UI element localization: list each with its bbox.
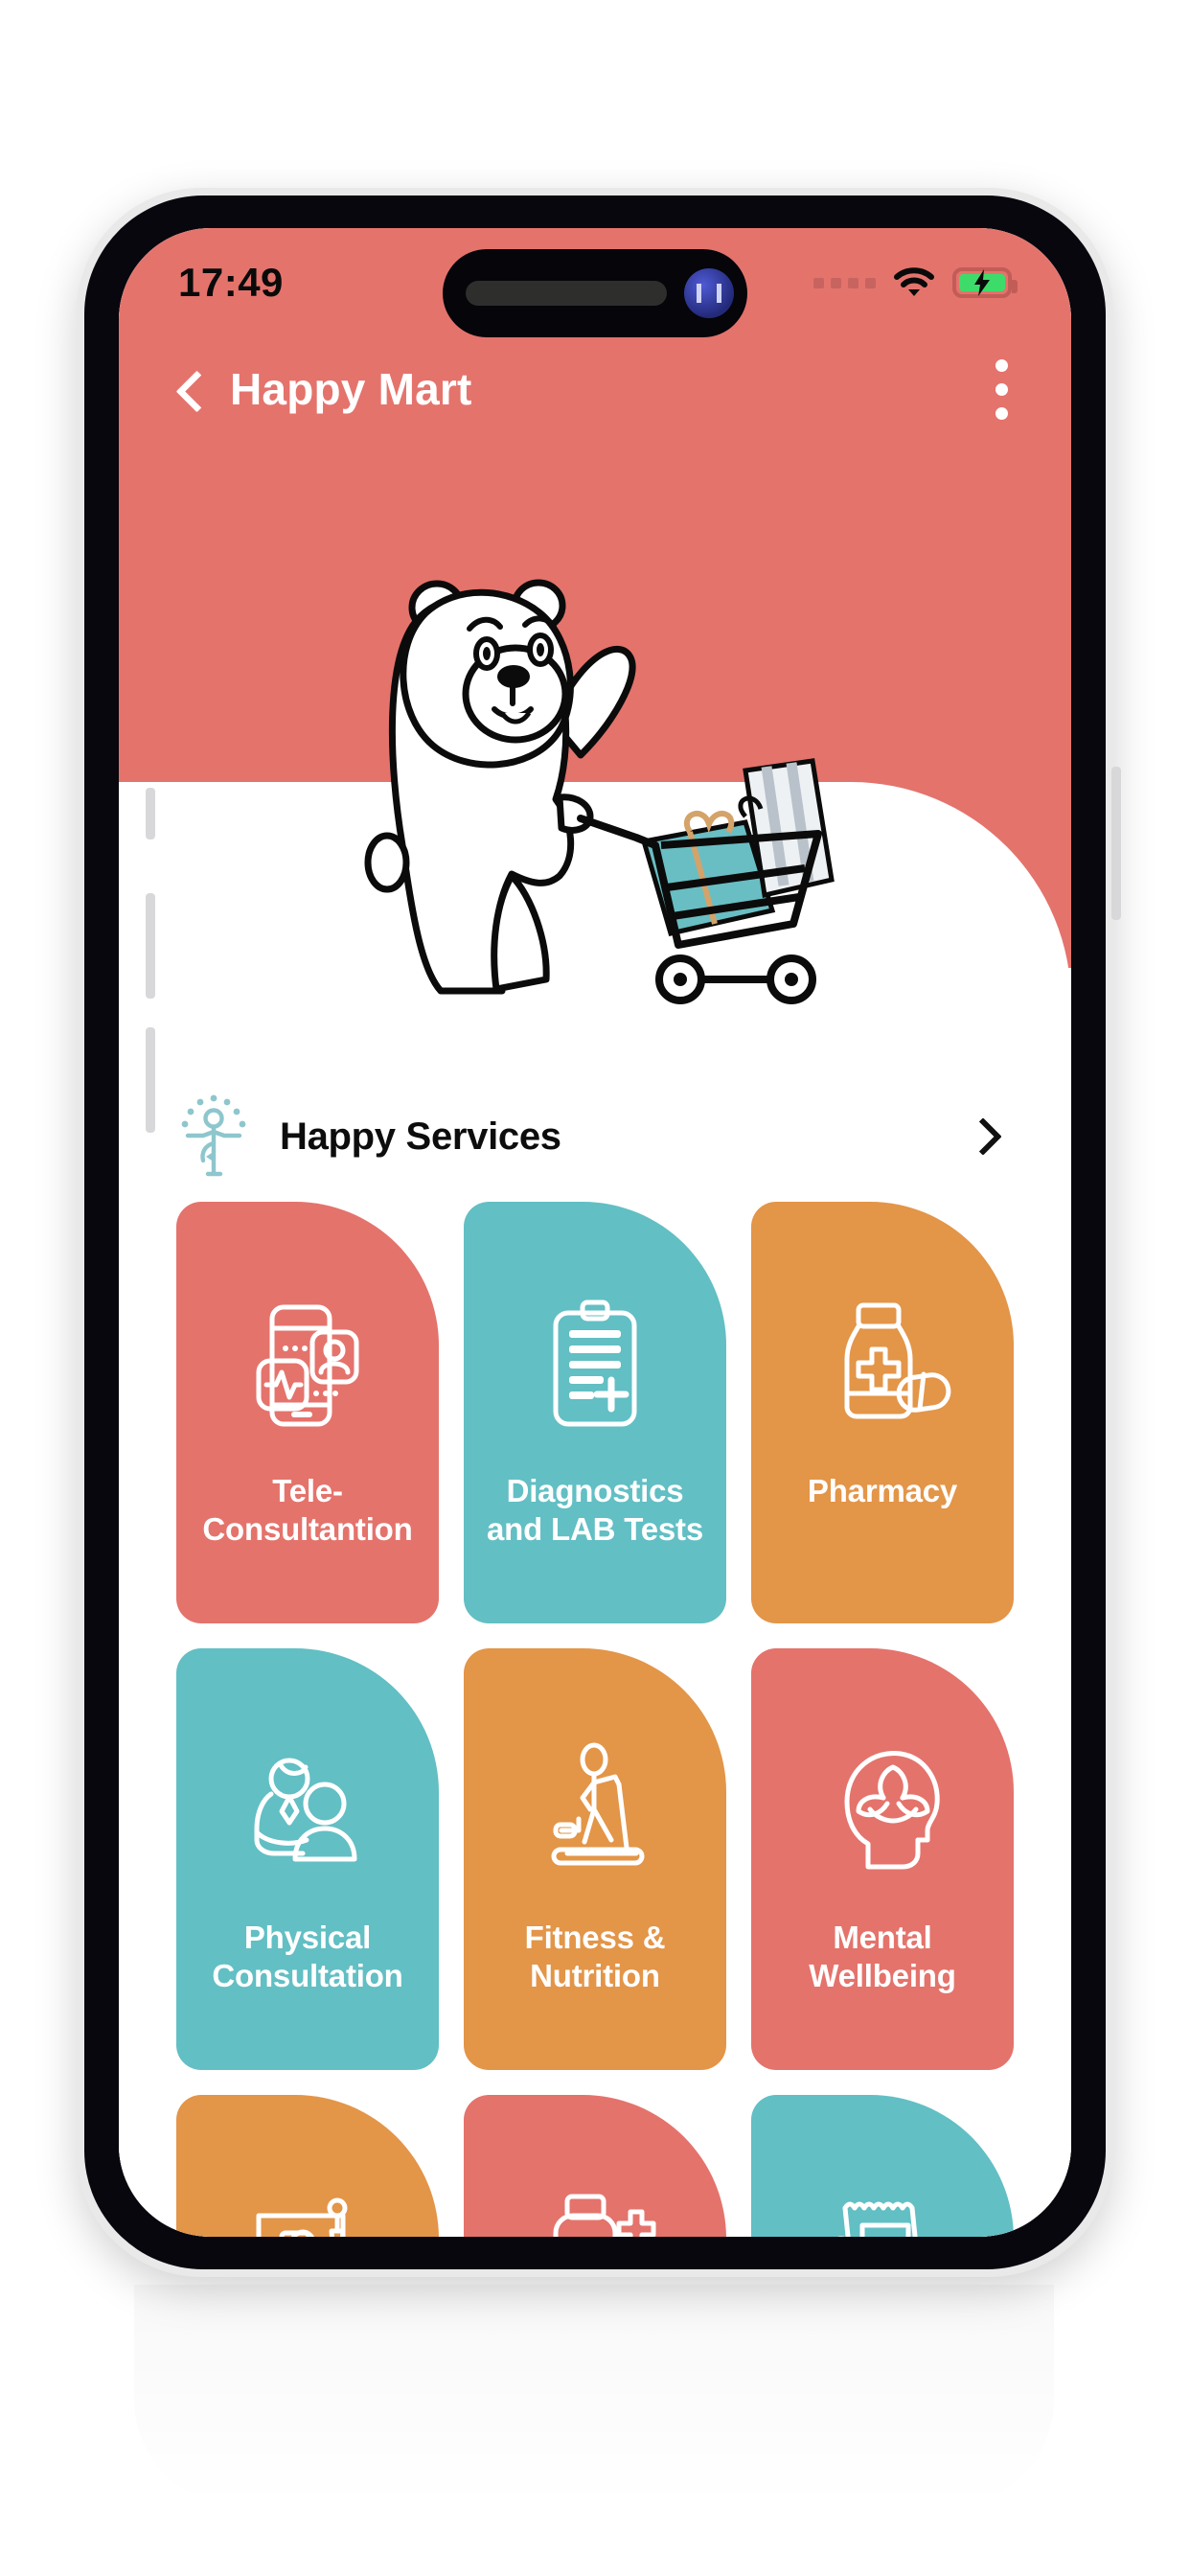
service-card-physical-consultation[interactable]: Physical Consultation <box>176 1648 439 2070</box>
stamp-waves-icon <box>837 2201 918 2237</box>
signal-dots-icon <box>813 277 876 288</box>
head-lotus-icon <box>844 1751 940 1870</box>
back-chevron-icon[interactable] <box>172 373 205 405</box>
service-card-hobby[interactable]: Hobby <box>176 2095 439 2237</box>
service-card-pharmacy[interactable]: Pharmacy <box>751 1202 1014 1623</box>
telemedicine-phone-icon <box>256 1304 359 1427</box>
phone-frame: 17:49 Happy Mart Happy Services Tele- Co… <box>77 188 1113 2277</box>
wifi-icon <box>893 267 935 298</box>
service-card-tele-consultation[interactable]: Tele- Consultantion <box>176 1202 439 1623</box>
status-clock: 17:49 <box>178 260 284 305</box>
dynamic-island <box>443 249 747 337</box>
island-pill <box>466 281 667 306</box>
power-button[interactable] <box>1111 767 1121 920</box>
silent-switch[interactable] <box>146 788 155 840</box>
phone-reflection <box>134 2285 1054 2505</box>
treadmill-icon <box>551 1742 645 1866</box>
service-card-label: Pharmacy <box>807 1473 958 1508</box>
volume-up-button[interactable] <box>146 893 155 999</box>
yoga-wellness-person-icon <box>181 1094 246 1177</box>
service-card-label: Fitness & Nutrition <box>524 1920 666 1994</box>
page-title: Happy Mart <box>230 364 472 414</box>
lab-clipboard-icon <box>553 1300 637 1427</box>
phone-body: 17:49 Happy Mart Happy Services Tele- Co… <box>84 196 1106 2269</box>
app-root: 17:49 Happy Mart Happy Services Tele- Co… <box>119 228 1071 2237</box>
service-card-label: Tele- Consultantion <box>202 1473 413 1548</box>
screenshot-canvas: 17:49 Happy Mart Happy Services Tele- Co… <box>0 0 1190 2576</box>
service-card-fitness-and-nutrition[interactable]: Fitness & Nutrition <box>464 1648 726 2070</box>
service-card-label: Mental Wellbeing <box>809 1920 956 1994</box>
status-indicators <box>813 267 1018 298</box>
doctor-patient-icon <box>254 1758 357 1862</box>
island-activity-indicator <box>684 268 734 318</box>
services-header[interactable]: Happy Services <box>119 1079 1071 1194</box>
service-card-label: Physical Consultation <box>212 1920 403 1994</box>
kebab-menu-icon[interactable] <box>986 354 1018 426</box>
phone-screen: 17:49 Happy Mart Happy Services Tele- Co… <box>119 228 1071 2237</box>
service-card-devices-and-electronics[interactable]: Devices andElectronics <box>464 2095 726 2237</box>
services-title: Happy Services <box>280 1115 561 1158</box>
smartwatch-heart-icon <box>553 2194 656 2237</box>
service-card-diagnostics-and-lab-tests[interactable]: Diagnostics and LAB Tests <box>464 1202 726 1623</box>
pill-bottle-icon <box>844 1302 951 1419</box>
chevron-right-icon[interactable] <box>968 1116 1000 1158</box>
service-card-label: Diagnostics and LAB Tests <box>487 1473 703 1548</box>
easel-pen-icon <box>256 2197 348 2237</box>
service-card-mental-wellbeing[interactable]: Mental Wellbeing <box>751 1648 1014 2070</box>
polar-bear-with-shopping-cart-illustration <box>364 579 835 1004</box>
service-card-others[interactable]: Others <box>751 2095 1014 2237</box>
app-bar: Happy Mart <box>119 332 1071 447</box>
battery-charging-icon <box>952 267 1018 298</box>
services-grid: Tele- Consultantion Diagnostics and LAB … <box>176 1202 1014 2237</box>
